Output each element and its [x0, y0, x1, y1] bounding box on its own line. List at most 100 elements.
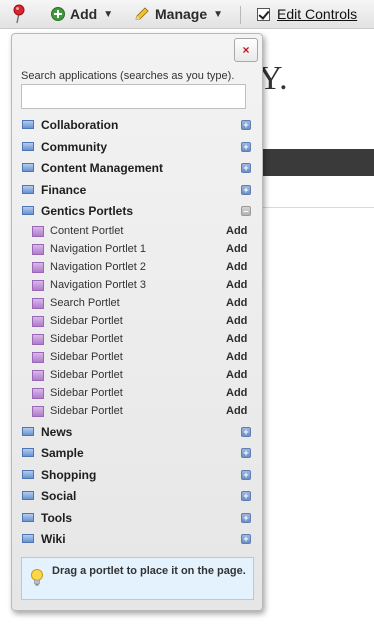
lightbulb-icon [31, 569, 43, 586]
category-label[interactable]: Community [41, 140, 107, 154]
portlet-label: Navigation Portlet 3 [50, 279, 146, 291]
portlet-item[interactable]: Navigation Portlet 2 Add [12, 258, 262, 276]
category-label[interactable]: Sample [41, 446, 84, 460]
expand-icon[interactable]: + [241, 119, 251, 130]
folder-icon [22, 163, 34, 172]
category-sample[interactable]: Sample + [12, 442, 262, 463]
portlet-item[interactable]: Sidebar Portlet Add [12, 330, 262, 348]
category-label[interactable]: Shopping [41, 468, 96, 482]
edit-controls-toggle[interactable]: Edit Controls [257, 5, 357, 23]
category-label[interactable]: Finance [41, 183, 86, 197]
expand-icon[interactable]: + [241, 184, 251, 195]
add-menu-label: Add [70, 6, 98, 22]
portlet-item[interactable]: Sidebar Portlet Add [12, 366, 262, 384]
collapse-icon[interactable]: – [241, 205, 251, 216]
manage-menu-label: Manage [155, 6, 208, 22]
expand-icon[interactable]: + [241, 447, 251, 458]
portlet-label: Sidebar Portlet [50, 369, 123, 381]
add-portlet-button[interactable]: Add [226, 405, 247, 417]
category-collaboration[interactable]: Collaboration + [12, 114, 262, 135]
category-community[interactable]: Community + [12, 136, 262, 157]
expand-icon[interactable]: + [241, 490, 251, 501]
category-shopping[interactable]: Shopping + [12, 464, 262, 485]
add-portlet-button[interactable]: Add [226, 369, 247, 381]
category-news[interactable]: News + [12, 421, 262, 442]
expand-icon[interactable]: + [241, 426, 251, 437]
add-portlet-button[interactable]: Add [226, 315, 247, 327]
portlet-label: Sidebar Portlet [50, 405, 123, 417]
portlet-label: Sidebar Portlet [50, 351, 123, 363]
folder-icon [22, 448, 34, 457]
folder-icon [22, 491, 34, 500]
portlet-label: Sidebar Portlet [50, 387, 123, 399]
pushpin-icon[interactable] [12, 4, 26, 24]
portlet-item[interactable]: Sidebar Portlet Add [12, 402, 262, 420]
expand-icon[interactable]: + [241, 533, 251, 544]
manage-menu-button[interactable]: Manage ▼ [134, 5, 223, 23]
portlet-item[interactable]: Navigation Portlet 3 Add [12, 276, 262, 294]
portlet-icon [32, 387, 44, 399]
expand-icon[interactable]: + [241, 141, 251, 152]
add-portlet-button[interactable]: Add [226, 297, 247, 309]
category-label[interactable]: Content Management [41, 161, 163, 175]
folder-icon [22, 120, 34, 129]
edit-controls-label[interactable]: Edit Controls [277, 6, 357, 22]
add-portlet-button[interactable]: Add [226, 243, 247, 255]
dockbar: Add ▼ Manage ▼ Edit Controls [0, 0, 374, 29]
search-label: Search applications (searches as you typ… [21, 70, 235, 82]
close-button[interactable]: × [234, 38, 258, 62]
page-navigation-bar [262, 149, 374, 176]
add-circle-icon [51, 7, 65, 21]
category-content-management[interactable]: Content Management + [12, 157, 262, 178]
add-portlet-button[interactable]: Add [226, 387, 247, 399]
portlet-item[interactable]: Search Portlet Add [12, 294, 262, 312]
expand-icon[interactable]: + [241, 469, 251, 480]
page-divider [262, 207, 374, 208]
portlet-label: Sidebar Portlet [50, 333, 123, 345]
folder-icon [22, 427, 34, 436]
category-gentics-portlets[interactable]: Gentics Portlets – [12, 200, 262, 221]
portlet-icon [32, 279, 44, 291]
category-label[interactable]: Tools [41, 511, 72, 525]
add-portlet-button[interactable]: Add [226, 351, 247, 363]
add-portlet-button[interactable]: Add [226, 225, 247, 237]
folder-icon [22, 142, 34, 151]
portlet-label: Navigation Portlet 1 [50, 243, 146, 255]
portlet-label: Sidebar Portlet [50, 315, 123, 327]
add-portlet-button[interactable]: Add [226, 261, 247, 273]
drag-hint-text: Drag a portlet to place it on the page. [52, 565, 246, 577]
portlet-item[interactable]: Content Portlet Add [12, 222, 262, 240]
portlet-icon [32, 351, 44, 363]
portlet-icon [32, 261, 44, 273]
category-label[interactable]: Gentics Portlets [41, 204, 133, 218]
expand-icon[interactable]: + [241, 162, 251, 173]
expand-icon[interactable]: + [241, 512, 251, 523]
search-input[interactable] [21, 84, 246, 109]
category-label[interactable]: News [41, 425, 72, 439]
portlet-item[interactable]: Sidebar Portlet Add [12, 312, 262, 330]
category-social[interactable]: Social + [12, 485, 262, 506]
portlet-icon [32, 297, 44, 309]
portlet-icon [32, 333, 44, 345]
chevron-down-icon: ▼ [213, 8, 224, 20]
add-application-panel: × Search applications (searches as you t… [11, 33, 263, 611]
add-portlet-button[interactable]: Add [226, 279, 247, 291]
add-menu-button[interactable]: Add ▼ [51, 5, 113, 23]
category-label[interactable]: Wiki [41, 532, 66, 546]
portlet-item[interactable]: Navigation Portlet 1 Add [12, 240, 262, 258]
portlet-label: Search Portlet [50, 297, 120, 309]
category-finance[interactable]: Finance + [12, 179, 262, 200]
portlet-item[interactable]: Sidebar Portlet Add [12, 348, 262, 366]
portlet-icon [32, 225, 44, 237]
add-portlet-button[interactable]: Add [226, 333, 247, 345]
category-wiki[interactable]: Wiki + [12, 528, 262, 549]
pencil-icon [134, 7, 150, 21]
portlet-item[interactable]: Sidebar Portlet Add [12, 384, 262, 402]
folder-icon [22, 534, 34, 543]
portlet-label: Content Portlet [50, 225, 124, 237]
category-label[interactable]: Social [41, 489, 76, 503]
edit-controls-checkbox[interactable] [257, 7, 270, 21]
category-label[interactable]: Collaboration [41, 118, 118, 132]
category-tools[interactable]: Tools + [12, 507, 262, 528]
portlet-icon [32, 315, 44, 327]
